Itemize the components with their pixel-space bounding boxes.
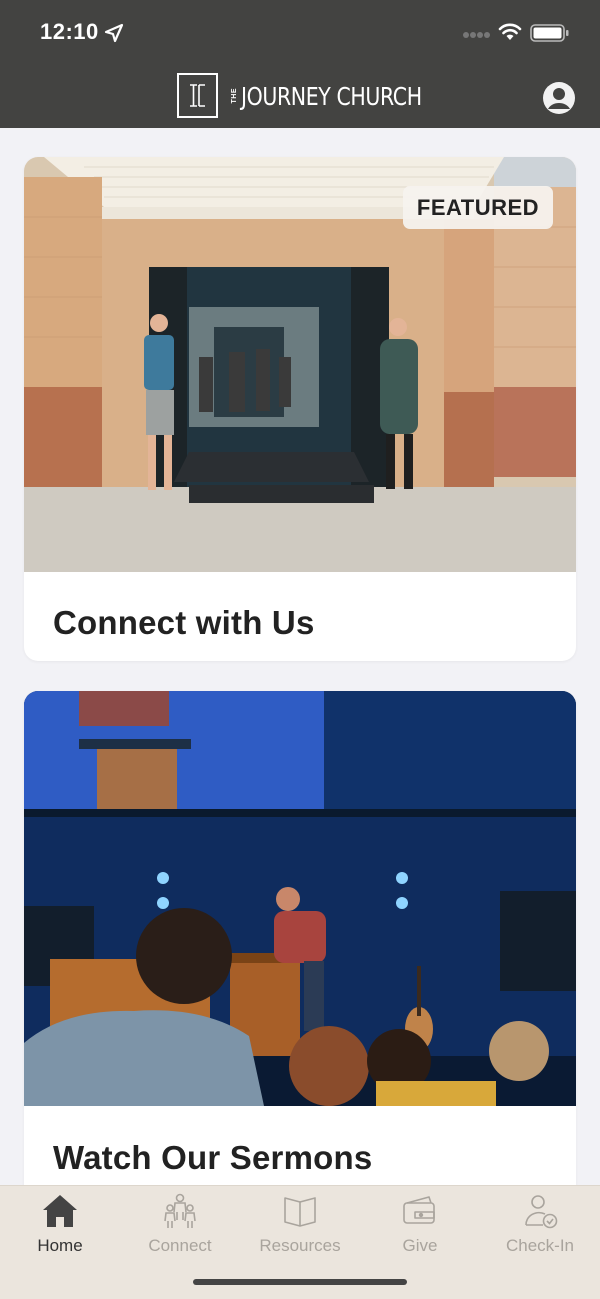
- check-in-icon: [525, 1195, 558, 1229]
- logo-name-text: JOURNEY CHURCH: [241, 81, 422, 111]
- book-icon: [284, 1197, 316, 1227]
- wifi-icon: [498, 23, 522, 40]
- app-header: 12:10 THE JOURNEY CHURCH: [0, 0, 600, 128]
- logo-the-text: THE: [231, 88, 238, 104]
- card-title: Watch Our Sermons: [53, 1139, 373, 1176]
- tab-label: Check-In: [505, 1236, 575, 1255]
- home-icon: [43, 1195, 77, 1227]
- featured-card[interactable]: FEATURED Connect with Us: [24, 157, 576, 661]
- tab-check-in[interactable]: Check-In: [480, 1186, 600, 1266]
- tab-label: Give: [402, 1236, 438, 1255]
- logo-mark-icon: [177, 73, 218, 118]
- tab-label: Resources: [259, 1236, 341, 1255]
- card-title: Connect with Us: [53, 604, 315, 641]
- tab-home[interactable]: Home: [0, 1186, 120, 1266]
- sermons-card[interactable]: Watch Our Sermons: [24, 691, 576, 1211]
- tab-give[interactable]: Give: [360, 1186, 480, 1266]
- tab-label: Home: [37, 1236, 83, 1255]
- people-icon: [164, 1193, 196, 1228]
- tab-connect[interactable]: Connect: [120, 1186, 240, 1266]
- featured-badge: FEATURED: [403, 186, 553, 229]
- home-indicator[interactable]: [193, 1279, 407, 1285]
- signal-icon: [463, 32, 490, 38]
- profile-icon[interactable]: [542, 81, 576, 115]
- tab-label: Connect: [148, 1236, 212, 1255]
- status-time: 12:10: [40, 19, 99, 44]
- battery-icon: [530, 24, 569, 42]
- sermon-stage-photo: [24, 691, 576, 1106]
- church-logo: THE JOURNEY CHURCH: [231, 78, 461, 114]
- location-arrow-icon: [104, 23, 124, 43]
- tab-resources[interactable]: Resources: [240, 1186, 360, 1266]
- wallet-icon: [403, 1196, 435, 1224]
